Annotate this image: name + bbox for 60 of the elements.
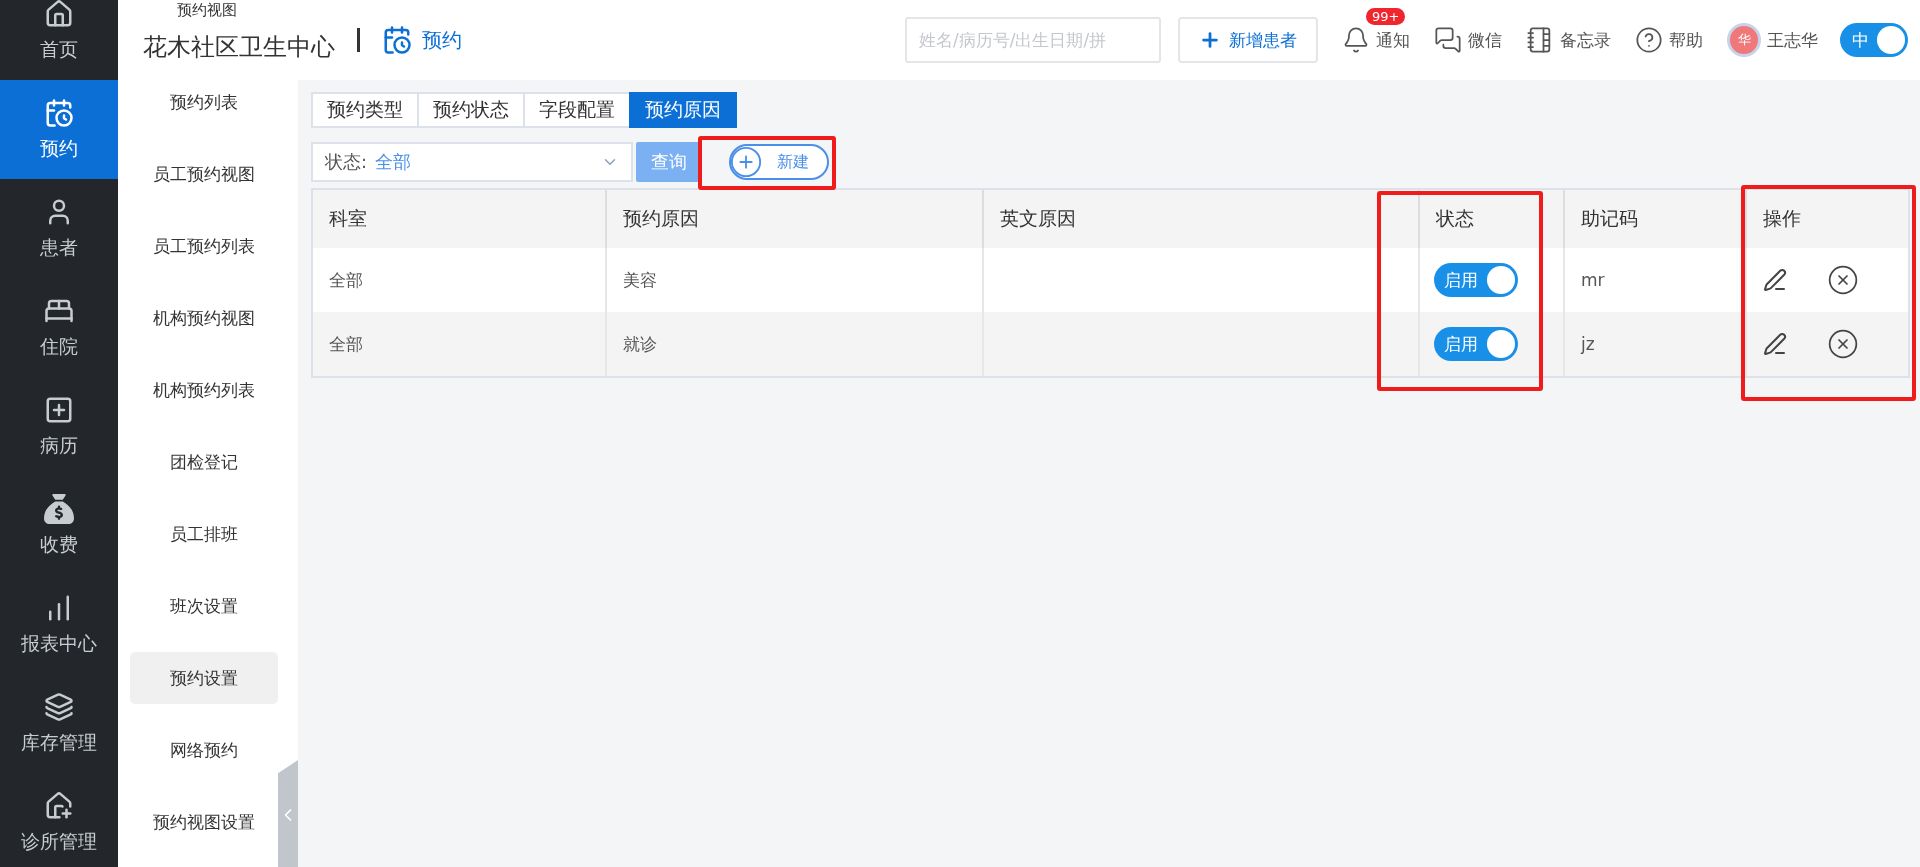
nav-item[interactable]: 首页 (0, 0, 118, 80)
calendar-clock-icon (44, 97, 74, 128)
tab[interactable]: 预约原因 (629, 92, 737, 128)
subnav-item[interactable]: 预约视图设置 (130, 786, 278, 858)
nav-item[interactable]: 报表中心 (0, 575, 118, 674)
subnav-item[interactable]: 网络预约 (130, 714, 278, 786)
notify-label[interactable]: 通知 (1376, 28, 1410, 52)
subnav-item[interactable]: 预约设置 (130, 652, 278, 704)
subnav-item[interactable]: 机构预约列表 (130, 354, 278, 426)
notification-badge: 99+ (1366, 8, 1406, 25)
nav-item[interactable]: 收费 (0, 476, 118, 575)
subnav-item[interactable]: 员工预约列表 (130, 210, 278, 282)
table-cell: 美容 (605, 248, 982, 312)
nav-item[interactable]: 诊所管理 (0, 773, 118, 867)
layers-icon (44, 691, 74, 722)
status-select[interactable]: 状态: 全部 (311, 142, 633, 182)
collapse-handle[interactable] (278, 760, 298, 867)
close-circle-icon (1827, 328, 1859, 360)
tab[interactable]: 预约状态 (417, 92, 525, 128)
subnav-item[interactable]: 机构预约视图 (130, 282, 278, 354)
nav-item[interactable]: 病历 (0, 377, 118, 476)
tab[interactable]: 预约类型 (311, 92, 419, 128)
plus-icon (1199, 29, 1221, 51)
clinic-title: 花木社区卫生中心 (143, 32, 335, 62)
chat-icon[interactable] (1434, 26, 1462, 54)
wechat-label[interactable]: 微信 (1468, 28, 1502, 52)
home-icon (44, 0, 74, 29)
house-plus-icon (44, 790, 74, 821)
module-title: 预约 (422, 26, 462, 54)
subnav-item[interactable]: 员工预约视图 (130, 138, 278, 210)
close-circle-icon (1827, 264, 1859, 296)
delete-button[interactable] (1827, 328, 1859, 360)
plus-circle-icon (729, 145, 763, 179)
tab[interactable]: 字段配置 (523, 92, 631, 128)
subnav-item[interactable]: 团检登记 (130, 426, 278, 498)
select-value: 全部 (375, 150, 413, 174)
memo-label[interactable]: 备忘录 (1560, 28, 1611, 52)
subnav-item[interactable]: 班次设置 (130, 570, 278, 642)
nav-item[interactable]: 住院 (0, 278, 118, 377)
subnav-item[interactable]: 预约列表 (130, 80, 278, 138)
user-name[interactable]: 王志华 (1767, 28, 1818, 52)
delete-button[interactable] (1827, 264, 1859, 296)
edit-button[interactable] (1763, 332, 1787, 356)
nav-item[interactable]: 预约 (0, 80, 118, 179)
edit-button[interactable] (1763, 268, 1787, 292)
select-label: 状态: (325, 150, 368, 174)
bell-icon[interactable] (1342, 26, 1370, 54)
pen-icon (1763, 332, 1787, 356)
nav-item[interactable]: 患者 (0, 179, 118, 278)
help-icon[interactable] (1635, 26, 1663, 54)
calendar-clock-icon (382, 25, 412, 55)
add-patient-button[interactable]: 新增患者 (1178, 17, 1318, 63)
help-label[interactable]: 帮助 (1669, 28, 1703, 52)
table-cell: 全部 (313, 248, 605, 312)
money-bag-icon (44, 493, 74, 524)
subnav-item[interactable]: 预约视图 (173, 1, 241, 19)
nav-item[interactable]: 库存管理 (0, 674, 118, 773)
pen-icon (1763, 268, 1787, 292)
subnav-item[interactable]: 员工排班 (130, 498, 278, 570)
search-field[interactable]: 姓名/病历号/出生日期/拼 (905, 17, 1161, 63)
